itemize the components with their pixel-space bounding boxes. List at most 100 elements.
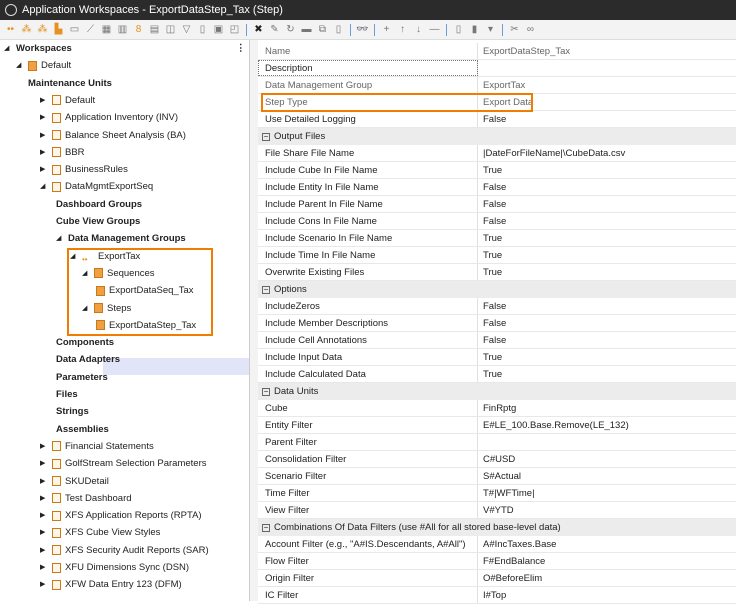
expand-arrow-icon[interactable]: ▶ <box>40 576 48 593</box>
collapse-icon[interactable]: − <box>262 524 270 532</box>
tree-item[interactable]: ▶ Test Dashboard <box>40 490 132 507</box>
tree-item[interactable]: Cube View Groups <box>56 213 140 230</box>
dots-icon[interactable]: •• <box>4 23 17 36</box>
tree-item[interactable]: ▶ BBR <box>40 144 85 161</box>
expand-arrow-icon[interactable]: ▶ <box>40 109 48 126</box>
search-icon[interactable]: 👓 <box>356 23 369 36</box>
tree-item[interactable]: ▶ XFW Data Entry 123 (DFM) <box>40 576 182 593</box>
category-header[interactable]: − Options <box>258 281 736 298</box>
property-row[interactable]: Flow Filter F#EndBalance <box>258 553 736 570</box>
collapse-icon[interactable]: − <box>262 388 270 396</box>
chart-icon[interactable]: ⟋ <box>84 23 97 36</box>
property-row[interactable]: Origin Filter O#BeforeElim <box>258 570 736 587</box>
collapse-icon[interactable]: − <box>262 133 270 141</box>
property-value[interactable]: False <box>478 196 506 212</box>
tree-item[interactable]: ◢ Data Management Groups <box>56 230 186 247</box>
property-row[interactable]: Overwrite Existing Files True <box>258 264 736 281</box>
property-value[interactable]: False <box>478 332 506 348</box>
property-value[interactable]: False <box>478 315 506 331</box>
edit-icon[interactable]: ✎ <box>268 23 281 36</box>
property-value[interactable]: F#EndBalance <box>478 553 545 569</box>
property-row[interactable]: Include Entity In File Name False <box>258 179 736 196</box>
property-value[interactable]: True <box>478 162 502 178</box>
tree-item[interactable]: Maintenance Units <box>28 75 112 92</box>
tree-item[interactable]: ◢ Default <box>16 57 71 74</box>
property-row[interactable]: Include Cell Annotations False <box>258 332 736 349</box>
split-icon[interactable]: ◫ <box>164 23 177 36</box>
tree-item[interactable]: ▶ XFS Security Audit Reports (SAR) <box>40 542 209 559</box>
property-row[interactable]: Description <box>258 60 736 77</box>
property-value[interactable]: True <box>478 349 502 365</box>
property-value[interactable]: True <box>478 230 502 246</box>
property-value[interactable]: False <box>478 213 506 229</box>
tree-item[interactable]: ◢ DataMgmtExportSeq <box>40 178 153 195</box>
property-row[interactable]: Include Time In File Name True <box>258 247 736 264</box>
property-row[interactable]: Data Management Group ExportTax <box>258 77 736 94</box>
scissors-icon[interactable]: ✂ <box>508 23 521 36</box>
property-value[interactable]: True <box>478 366 502 382</box>
property-row[interactable]: Scenario Filter S#Actual <box>258 468 736 485</box>
tree-item[interactable]: Dashboard Groups <box>56 196 142 213</box>
property-value[interactable]: Export Data <box>478 94 533 110</box>
property-value[interactable]: T#|WFTime| <box>478 485 535 501</box>
property-row[interactable]: Name ExportDataStep_Tax <box>258 43 736 60</box>
collapse-icon[interactable]: − <box>262 286 270 294</box>
tree-item[interactable]: Parameters <box>56 369 108 386</box>
property-value[interactable]: ExportTax <box>478 77 525 93</box>
property-row[interactable]: Include Parent In File Name False <box>258 196 736 213</box>
remove-icon[interactable]: — <box>428 23 441 36</box>
tree-item[interactable]: ▶ BusinessRules <box>40 161 128 178</box>
property-row[interactable]: Parent Filter <box>258 434 736 451</box>
tree-item[interactable]: ▶ SKUDetail <box>40 473 109 490</box>
tree-item[interactable]: ◢ Workspaces <box>4 40 72 57</box>
doc-icon[interactable]: ▯ <box>196 23 209 36</box>
tree-item[interactable]: ▶ Default <box>40 92 95 109</box>
splitter[interactable] <box>250 40 258 601</box>
save-icon[interactable]: ▬ <box>300 23 313 36</box>
workspace-icon[interactable]: ▙ <box>52 23 65 36</box>
property-row[interactable]: Include Member Descriptions False <box>258 315 736 332</box>
property-row[interactable]: IncludeZeros False <box>258 298 736 315</box>
property-value[interactable]: E#LE_100.Base.Remove(LE_132) <box>478 417 629 433</box>
more-options-icon[interactable]: ⋮ <box>236 43 246 54</box>
property-value[interactable]: ExportDataStep_Tax <box>478 43 570 59</box>
property-row[interactable]: Account Filter (e.g., "A#IS.Descendants,… <box>258 536 736 553</box>
refresh-icon[interactable]: ↻ <box>284 23 297 36</box>
tree-item[interactable]: Strings <box>56 403 89 420</box>
property-row[interactable]: Time Filter T#|WFTime| <box>258 485 736 502</box>
delete-icon[interactable]: ✖ <box>252 23 265 36</box>
tree-item[interactable]: ▶ GolfStream Selection Parameters <box>40 455 207 472</box>
tree-item[interactable]: ▶ XFS Application Reports (RPTA) <box>40 507 202 524</box>
property-value[interactable]: False <box>478 298 506 314</box>
property-row[interactable]: Include Input Data True <box>258 349 736 366</box>
property-row[interactable]: IC Filter I#Top <box>258 587 736 604</box>
dashboard-icon[interactable]: ▭ <box>68 23 81 36</box>
property-value[interactable]: True <box>478 247 502 263</box>
property-row[interactable]: Include Cube In File Name True <box>258 162 736 179</box>
property-row[interactable]: Use Detailed Logging False <box>258 111 736 128</box>
property-row[interactable]: Step Type Export Data <box>258 94 736 111</box>
step-icon[interactable]: 8 <box>132 23 145 36</box>
tree-item[interactable]: Files <box>56 386 78 403</box>
expand-arrow-icon[interactable]: ▶ <box>40 92 48 109</box>
property-value[interactable] <box>478 60 483 76</box>
property-value[interactable]: True <box>478 264 502 280</box>
property-row[interactable]: Include Calculated Data True <box>258 366 736 383</box>
up-icon[interactable]: ↑ <box>396 23 409 36</box>
expand-arrow-icon[interactable]: ▶ <box>40 490 48 507</box>
tree-add-icon[interactable]: ⁂ <box>36 23 49 36</box>
property-value[interactable]: |DateForFileName|\CubeData.csv <box>478 145 625 161</box>
collapse-arrow-icon[interactable]: ◢ <box>40 178 48 195</box>
expand-arrow-icon[interactable]: ▶ <box>40 455 48 472</box>
cube-icon[interactable]: ▦ <box>100 23 113 36</box>
doc2-icon[interactable]: ▣ <box>212 23 225 36</box>
link-icon[interactable]: ⧉ <box>316 23 329 36</box>
property-value[interactable]: V#YTD <box>478 502 514 518</box>
category-header[interactable]: − Output Files <box>258 128 736 145</box>
add-icon[interactable]: + <box>380 23 393 36</box>
category-header[interactable]: − Combinations Of Data Filters (use #All … <box>258 519 736 536</box>
category-header[interactable]: − Data Units <box>258 383 736 400</box>
expand-arrow-icon[interactable]: ▶ <box>40 127 48 144</box>
down-icon[interactable]: ↓ <box>412 23 425 36</box>
property-value[interactable]: C#USD <box>478 451 515 467</box>
